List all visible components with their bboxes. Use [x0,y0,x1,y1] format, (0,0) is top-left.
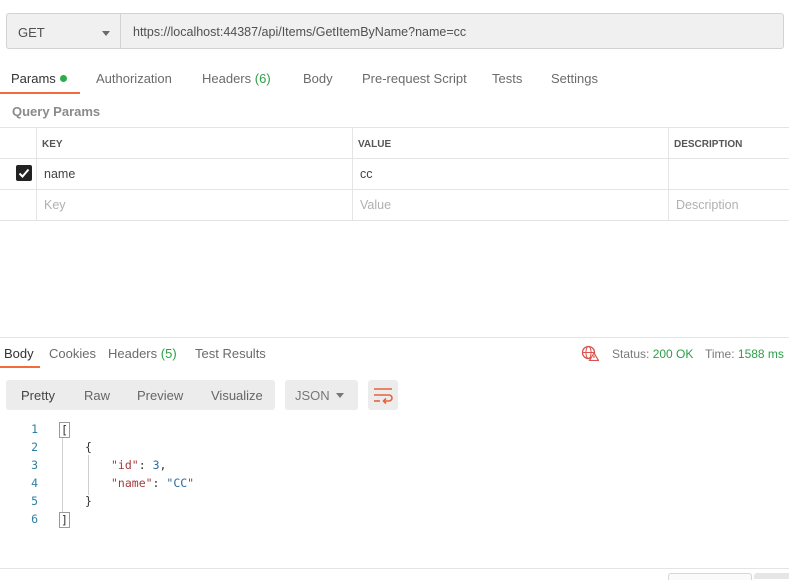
table-row-divider [0,189,789,190]
code-line-id: "id": 3, [111,458,167,472]
tab-response-headers-count: (5) [160,346,177,361]
table-col-divider [668,127,669,221]
url-input[interactable]: https://localhost:44387/api/Items/GetIte… [120,13,784,49]
code-open-brace: { [85,440,92,454]
tab-params-label: Params [11,71,56,86]
chevron-down-icon [336,393,344,398]
param-enabled-checkbox[interactable] [16,165,32,181]
active-tab-underline [0,92,80,94]
json-key-id: "id" [111,458,139,472]
response-status: Status: 200 OK [612,347,693,361]
line-number: 5 [31,494,38,508]
tab-tests-label: Tests [492,71,523,86]
line-number: 4 [31,476,38,490]
tab-test-results[interactable]: Test Results [195,346,266,361]
json-value-id: 3 [152,458,160,472]
line-number: 1 [31,422,38,436]
pretty-button[interactable]: Pretty [21,388,55,403]
indent-guide [88,455,89,495]
checkbox-checked-icon [18,168,30,178]
table-header-divider [0,158,789,159]
tab-prerequest-script[interactable]: Pre-request Script [362,71,467,86]
chevron-down-icon [102,31,110,36]
tab-prerequest-label: Pre-request Script [362,71,467,86]
new-param-description-input[interactable]: Description [676,198,739,212]
column-header-key: KEY [42,139,63,150]
table-border-bottom [0,220,789,221]
preview-button[interactable]: Preview [137,388,183,403]
code-open-bracket: [ [59,422,70,438]
new-param-value-input[interactable]: Value [360,198,391,212]
wrap-lines-button[interactable] [368,380,398,410]
response-divider [0,337,789,338]
status-value: 200 OK [652,347,694,361]
table-border-top [0,127,789,128]
wrap-lines-icon [374,388,393,405]
tab-test-results-label: Test Results [195,346,266,361]
tab-authorization-label: Authorization [96,71,172,86]
code-line-name: "name": "CC" [111,476,195,490]
footer-divider [0,568,789,569]
param-value-cell[interactable]: cc [360,167,373,181]
tab-response-cookies-label: Cookies [49,346,96,361]
tab-response-headers[interactable]: Headers (5) [108,346,177,361]
params-indicator-dot [59,75,67,82]
url-text: https://localhost:44387/api/Items/GetIte… [133,25,467,39]
json-key-name: "name" [111,476,153,490]
tab-settings-label: Settings [551,71,598,86]
tab-settings[interactable]: Settings [551,71,598,86]
visualize-button[interactable]: Visualize [211,388,263,403]
tab-body[interactable]: Body [303,71,333,86]
column-header-description: DESCRIPTION [674,139,743,150]
time-value: 1588 ms [737,347,784,361]
table-col-divider [352,127,353,221]
method-label: GET [18,25,45,40]
tab-response-body-label: Body [4,346,34,361]
tab-headers[interactable]: Headers (6) [202,71,271,86]
format-label: JSON [295,388,330,403]
line-number: 2 [31,440,38,454]
tab-headers-count: (6) [254,71,271,86]
table-col-divider [36,127,37,221]
response-time: Time: 1588 ms [705,347,784,361]
json-value-name: "CC" [166,476,195,490]
active-response-tab-underline [0,366,40,368]
method-select[interactable]: GET [6,13,120,49]
tab-response-body[interactable]: Body [4,346,34,361]
query-params-title: Query Params [12,104,101,119]
status-label: Status: [612,347,650,361]
indent-guide [62,437,63,513]
param-key-cell[interactable]: name [44,167,75,181]
time-label: Time: [705,347,735,361]
tab-headers-label: Headers [202,71,252,86]
code-close-brace: } [85,494,92,508]
footer-control[interactable] [754,573,789,579]
tab-params[interactable]: Params [11,71,67,86]
code-close-bracket: ] [59,512,70,528]
tab-response-headers-label: Headers [108,346,158,361]
line-number: 3 [31,458,38,472]
line-number: 6 [31,512,38,526]
tab-response-cookies[interactable]: Cookies [49,346,96,361]
tab-authorization[interactable]: Authorization [96,71,172,86]
network-globe-icon[interactable] [581,345,600,362]
column-header-value: VALUE [358,139,392,150]
tab-tests[interactable]: Tests [492,71,522,86]
new-param-key-input[interactable]: Key [44,198,66,212]
tab-body-label: Body [303,71,333,86]
raw-button[interactable]: Raw [84,388,110,403]
